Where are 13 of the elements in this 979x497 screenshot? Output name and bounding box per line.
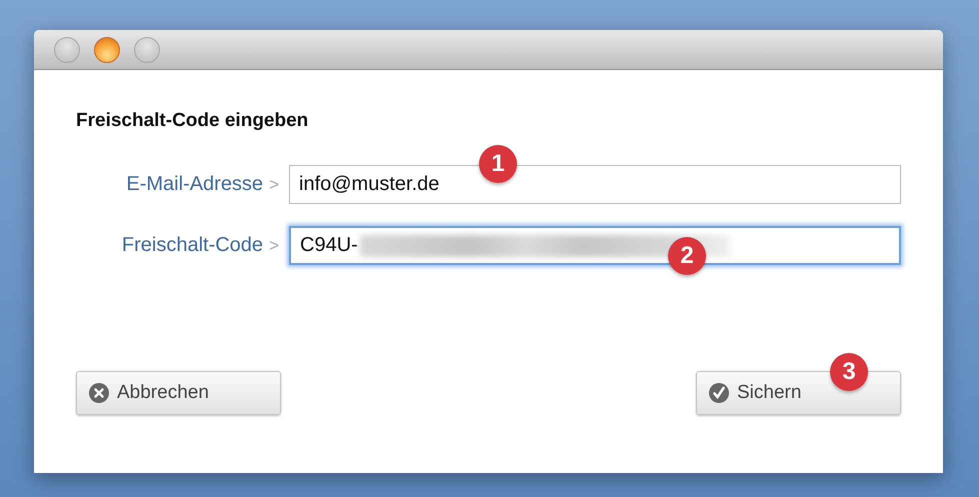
x-circle-icon xyxy=(89,383,109,403)
chevron-separator: > xyxy=(269,236,279,256)
field-label: E-Mail-Adresse xyxy=(126,173,264,196)
number-badge: 3 xyxy=(830,353,868,391)
chevron-separator: > xyxy=(269,174,279,194)
zoom-button[interactable] xyxy=(134,36,160,62)
number-badge: 1 xyxy=(479,145,517,183)
close-button[interactable] xyxy=(54,36,80,62)
dialog-heading: Freischalt-Code eingeben xyxy=(76,110,310,132)
check-circle-icon xyxy=(709,383,729,403)
cancel-button[interactable]: Abbrechen xyxy=(76,371,281,415)
field-label: Freischalt-Code xyxy=(122,234,264,257)
minimize-button[interactable] xyxy=(94,36,120,62)
